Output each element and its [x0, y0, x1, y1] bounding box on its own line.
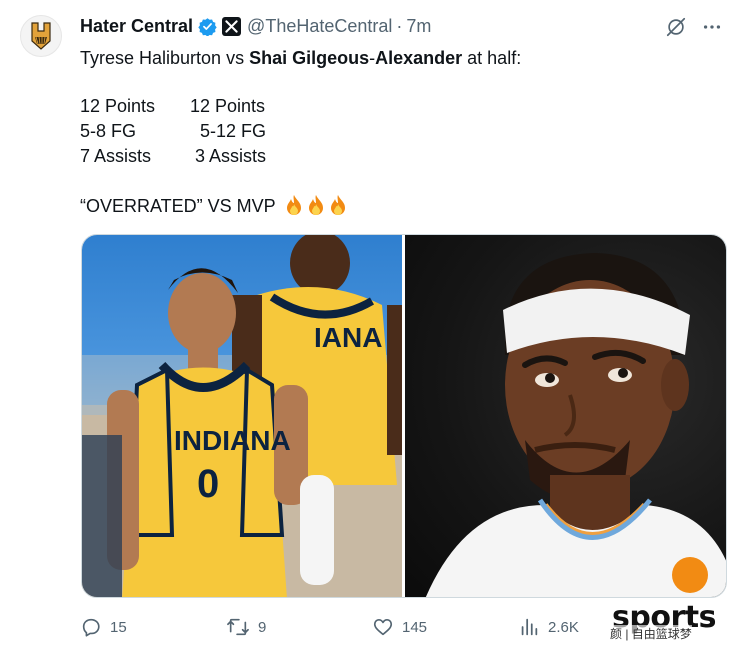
affiliate-x-icon[interactable]: [222, 16, 242, 36]
timestamp[interactable]: 7m: [406, 16, 431, 37]
stat-row: 12 Points 12 Points: [80, 96, 266, 116]
svg-text:0: 0: [197, 462, 219, 506]
player-illustration-right: [425, 253, 726, 597]
display-name[interactable]: Hater Central: [80, 16, 193, 37]
views-button[interactable]: 2.6K: [518, 616, 579, 638]
views-count: 2.6K: [548, 618, 579, 636]
svg-text:INDIANA: INDIANA: [174, 425, 291, 456]
svg-text:IANA: IANA: [314, 322, 382, 353]
player-illustration-left: IANA INDIANA 0: [82, 235, 402, 597]
separator: ·: [396, 15, 403, 36]
more-icon[interactable]: [701, 16, 723, 43]
stat-row: 7 Assists 3 Assists: [80, 146, 267, 166]
fire-icon: [286, 195, 301, 215]
tweet-media[interactable]: IANA INDIANA 0: [81, 234, 727, 598]
like-icon: [373, 619, 393, 636]
stat-row: 5-8 FG 5-12 FG: [80, 121, 267, 141]
fire-icon: [330, 195, 345, 215]
media-left-photo[interactable]: IANA INDIANA 0: [82, 235, 402, 597]
views-icon: [521, 618, 538, 636]
stats-block: 12 Points 12 Points 5-8 FG 5-12 FG 7 Assi…: [80, 94, 348, 219]
tweet-text: Tyrese Haliburton vs Shai Gilgeous-Alexa…: [80, 48, 522, 68]
reply-count: 15: [110, 618, 127, 636]
handle[interactable]: @TheHateCentral: [247, 16, 392, 37]
reply-icon: [82, 618, 100, 637]
logo-icon: [31, 22, 51, 50]
verified-badge-icon[interactable]: [198, 17, 217, 36]
reply-button[interactable]: 15: [80, 616, 127, 638]
repost-button[interactable]: 9: [226, 616, 266, 638]
repost-icon: [227, 618, 249, 636]
like-count: 145: [402, 618, 428, 636]
tweet-header: Hater Central @TheHateCentral · 7m: [80, 15, 431, 37]
grok-icon[interactable]: [665, 16, 687, 43]
avatar[interactable]: [20, 15, 62, 57]
like-button[interactable]: 145: [372, 616, 427, 638]
media-right-photo[interactable]: [405, 235, 726, 597]
watermark-sub: 颜 | 自由篮球梦: [610, 625, 692, 642]
repost-count: 9: [258, 618, 267, 636]
closing-line: “OVERRATED” VS MVP: [80, 194, 348, 219]
fire-icon: [308, 195, 323, 215]
